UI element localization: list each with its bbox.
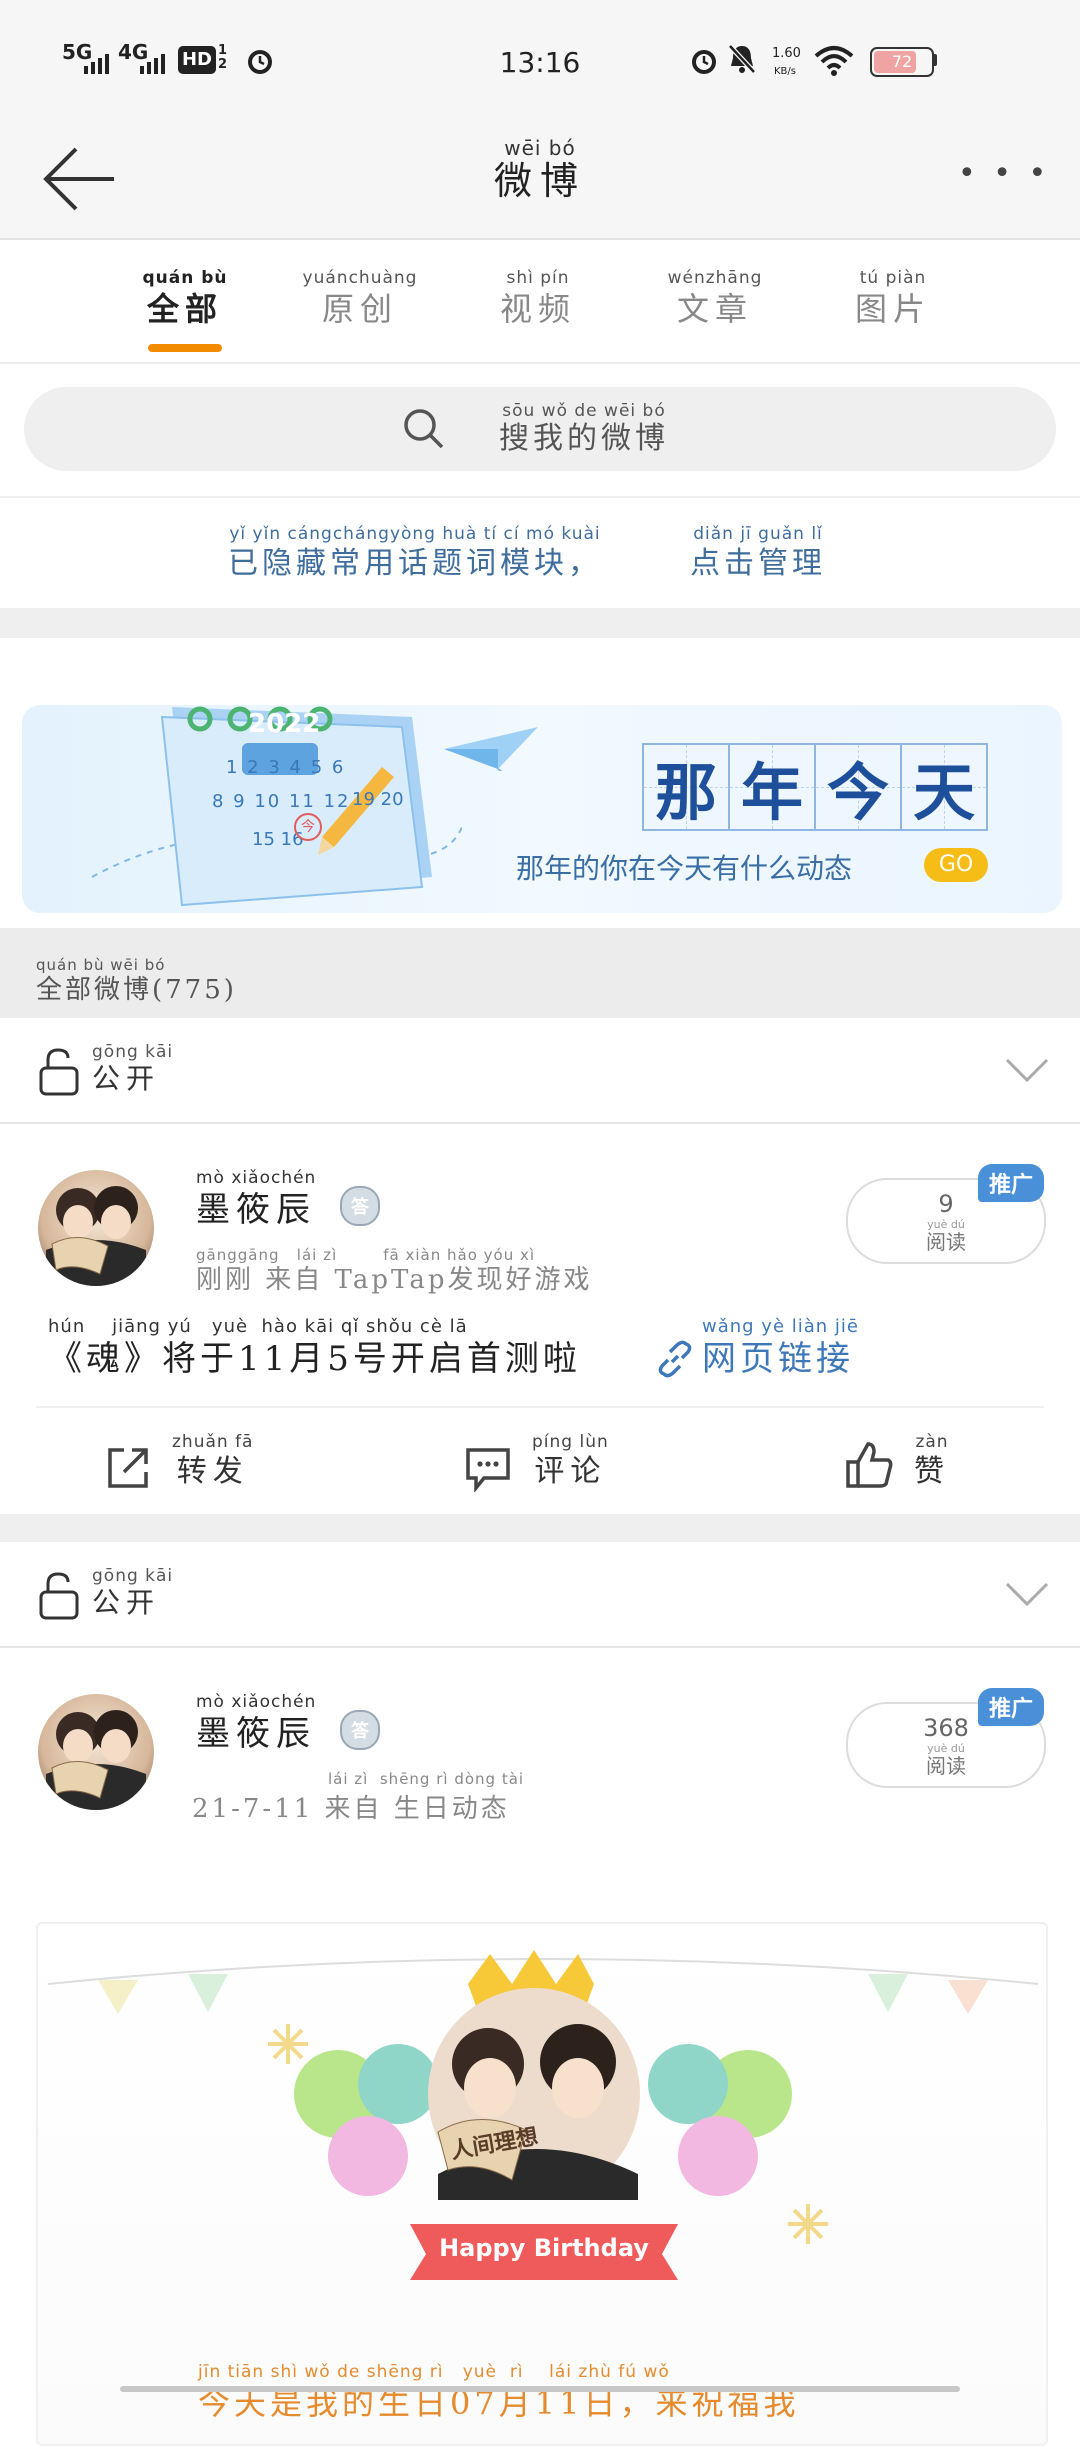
birthday-card-image[interactable]: 人间理想 Happy Birthday jīn tiān shì wǒ de s…: [36, 1922, 1048, 2446]
paper-plane-icon: [444, 727, 538, 771]
banner-go-button[interactable]: GO: [924, 848, 988, 882]
link-icon: [658, 1340, 692, 1378]
avatar-illustration: [46, 1186, 146, 1286]
calendar-days-row1: 1 2 3 4 5 6: [226, 757, 346, 778]
battery-level: 72: [891, 52, 913, 71]
web-link[interactable]: wǎng yè liàn jiē 网页链接: [702, 1318, 859, 1377]
hidden-notice-text: yǐ yǐn cángchángyòng huà tí cí mó kuài 已…: [228, 524, 602, 581]
author-name[interactable]: mò xiǎochén 墨筱辰: [196, 1170, 316, 1228]
chevron-down-icon[interactable]: [1004, 1580, 1050, 1608]
wifi-icon: [814, 46, 854, 76]
search-icon: [404, 409, 444, 449]
weibo-count-bar: quán bù wēi bó 全部微博(775): [0, 928, 1080, 1018]
answerer-badge-icon: 答: [340, 1710, 380, 1750]
privacy-label: gōng kāi 公开: [92, 1042, 174, 1095]
promote-badge[interactable]: 推广: [978, 1688, 1044, 1726]
avatar[interactable]: [38, 1170, 154, 1286]
unlock-icon: [39, 1048, 79, 1096]
repost-icon: [108, 1448, 148, 1488]
comment-icon: [466, 1448, 510, 1492]
banner-title-char: 今: [814, 743, 902, 831]
repost-label: zhuǎn fā 转发: [172, 1432, 254, 1489]
weibo-post: mò xiǎochén 墨筱辰 答 gānggāng lái zì fā xià…: [0, 1124, 1080, 1514]
manage-link[interactable]: diǎn jī guǎn lǐ 点击管理: [690, 526, 826, 579]
alarm-icon-right: [692, 50, 716, 74]
tab-all[interactable]: quán bù 全部: [110, 270, 260, 326]
avatar[interactable]: [38, 1694, 154, 1810]
on-this-day-banner[interactable]: 2022 1 2 3 4 5 6 8 9 10 11 12 15 16 19 2…: [22, 705, 1062, 913]
tab-article[interactable]: wénzhāng 文章: [640, 270, 790, 326]
search-placeholder: sōu wǒ de wēi bó 搜我的微博: [499, 401, 669, 456]
unlock-icon: [39, 1572, 79, 1620]
status-bar: 5G 4G HD 1 2 13:16 1.60 KB/s 72: [0, 0, 1080, 120]
battery-icon: 72: [870, 47, 934, 77]
chevron-down-icon[interactable]: [1004, 1056, 1050, 1084]
read-label: 阅读: [926, 1754, 966, 1778]
post-meta: gānggāng lái zì fā xiàn hǎo yóu xì 刚刚 来自…: [196, 1246, 593, 1295]
banner-title-char: 天: [900, 743, 988, 831]
banner-subtitle: 那年的你在今天有什么动态: [516, 852, 853, 885]
privacy-row[interactable]: gōng kāi 公开: [0, 1542, 1080, 1648]
comment-button[interactable]: píng lùn 评论: [420, 1424, 660, 1504]
banner-title-char: 那: [642, 743, 730, 831]
back-arrow-icon[interactable]: [40, 144, 120, 214]
happy-birthday-banner: Happy Birthday: [439, 2234, 649, 2262]
tab-image[interactable]: tú piàn 图片: [818, 270, 968, 326]
calendar-days-row2: 8 9 10 11 12: [212, 791, 351, 812]
privacy-row[interactable]: gōng kāi 公开: [0, 1018, 1080, 1124]
tab-video[interactable]: shì pín 视频: [463, 270, 613, 326]
thumbs-up-icon: [846, 1442, 893, 1488]
divider: [36, 1406, 1044, 1408]
like-button[interactable]: zàn 赞: [800, 1424, 1000, 1504]
post-meta-pinyin: lái zì shēng rì dòng tài: [328, 1770, 525, 1788]
answerer-badge-icon: 答: [340, 1186, 380, 1226]
more-options-button[interactable]: • • •: [958, 156, 1050, 191]
page-title: wēi bó 微博: [493, 136, 586, 203]
section-divider: [0, 608, 1080, 638]
like-label: zàn 赞: [914, 1432, 950, 1489]
net-speed-value: 1.60: [772, 46, 801, 61]
post-meta: 21-7-11 来自 生日动态: [192, 1794, 510, 1824]
author-name[interactable]: mò xiǎochén 墨筱辰: [196, 1694, 316, 1752]
calendar-year: 2022: [248, 709, 321, 739]
battery-tip: [933, 54, 937, 66]
promote-badge[interactable]: 推广: [978, 1164, 1044, 1202]
read-label: 阅读: [926, 1230, 966, 1254]
tab-original[interactable]: yuánchuàng 原创: [285, 270, 435, 326]
net-speed-unit: KB/s: [774, 66, 796, 77]
home-indicator[interactable]: [120, 2386, 960, 2392]
calendar-today-mark: 今: [294, 813, 322, 841]
comment-label: píng lùn 评论: [532, 1432, 609, 1489]
filter-tabs: quán bù 全部 yuánchuàng 原创 shì pín 视频 wénzhān…: [0, 240, 1080, 364]
search-input[interactable]: sōu wǒ de wēi bó 搜我的微博: [24, 387, 1056, 471]
banner-title-char: 年: [728, 743, 816, 831]
mute-bell-icon: [728, 44, 756, 74]
weibo-count-label: quán bù wēi bó 全部微博(775): [36, 956, 237, 1005]
avatar-illustration: [46, 1710, 146, 1810]
active-tab-indicator: [148, 344, 222, 352]
repost-button[interactable]: zhuǎn fā 转发: [60, 1424, 280, 1504]
post-content: hún jiāng yú yuè hào kāi qǐ shǒu cè lā 《…: [48, 1316, 581, 1379]
title-bar: wēi bó 微博 • • •: [0, 120, 1080, 240]
hidden-topics-notice: yǐ yǐn cángchángyòng huà tí cí mó kuài 已…: [0, 496, 1080, 610]
privacy-label: gōng kāi 公开: [92, 1566, 174, 1619]
calendar-days-row4: 19 20: [352, 789, 404, 810]
post-separator: [0, 1514, 1080, 1542]
